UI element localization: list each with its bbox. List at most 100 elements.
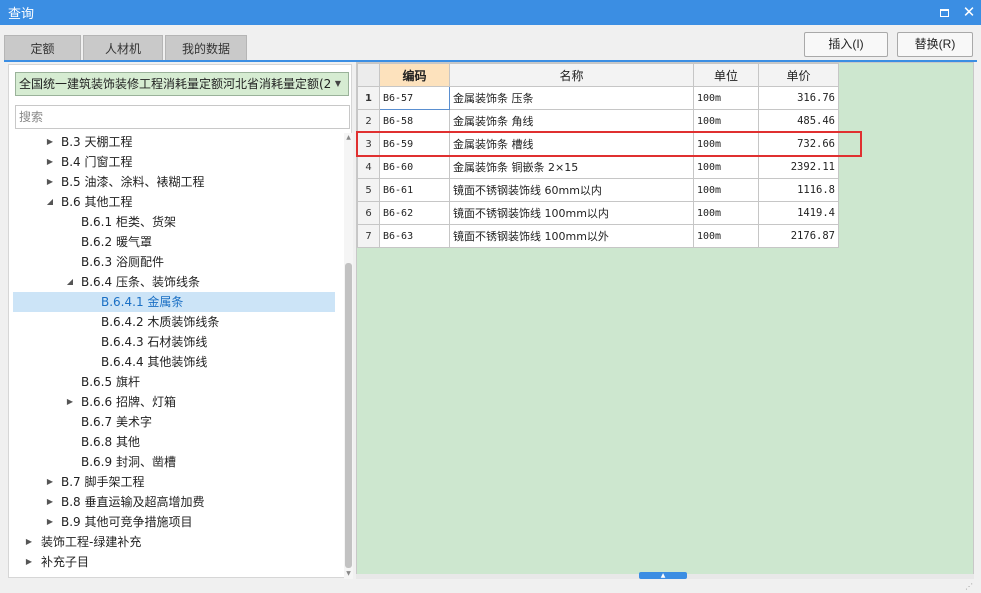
cell-code[interactable]: B6-60 xyxy=(379,155,450,179)
grid-horizontal-scrollbar[interactable]: ▲ xyxy=(356,572,974,579)
table-row[interactable]: 6 B6-62 镜面不锈钢装饰线 100mm以内 100m 1419.4 xyxy=(357,201,839,225)
tree-node[interactable]: ▶ B.4 门窗工程 xyxy=(13,152,335,172)
insert-button[interactable]: 插入(I) xyxy=(804,32,888,57)
expand-icon[interactable]: ▶ xyxy=(44,172,56,192)
tree-node[interactable]: B.6.8 其他 xyxy=(13,432,335,452)
cell-unit[interactable]: 100m xyxy=(693,132,759,156)
tree-node-label: B.6 其他工程 xyxy=(61,195,133,209)
cell-code[interactable]: B6-57 xyxy=(379,86,450,110)
resize-grip-icon[interactable]: ⋰ xyxy=(965,582,977,592)
cell-name[interactable]: 镜面不锈钢装饰线 60mm以内 xyxy=(449,178,694,202)
expand-icon[interactable]: ▶ xyxy=(64,392,76,412)
row-number[interactable]: 1 xyxy=(357,86,380,110)
table-row[interactable]: 4 B6-60 金属装饰条 铜嵌条 2×15 100m 2392.11 xyxy=(357,155,839,179)
tree-node[interactable]: ◢ B.6.4 压条、装饰线条 xyxy=(13,272,335,292)
column-header-code[interactable]: 编码 xyxy=(379,63,450,87)
tree-node[interactable]: B.6.4.2 木质装饰线条 xyxy=(13,312,335,332)
tree-node[interactable]: B.6.4.1 金属条 xyxy=(13,292,335,312)
expand-icon[interactable]: ▶ xyxy=(23,532,35,552)
cell-price[interactable]: 1419.4 xyxy=(758,201,839,225)
cell-name[interactable]: 镜面不锈钢装饰线 100mm以外 xyxy=(449,224,694,248)
tree-node-label: B.6.7 美术字 xyxy=(81,415,152,429)
column-header-unit[interactable]: 单位 xyxy=(693,63,759,87)
tree-node[interactable]: ▶ 装饰工程-绿建补充 xyxy=(13,532,335,552)
maximize-button[interactable] xyxy=(935,3,953,21)
table-row[interactable]: 5 B6-61 镜面不锈钢装饰线 60mm以内 100m 1116.8 xyxy=(357,178,839,202)
cell-unit[interactable]: 100m xyxy=(693,86,759,110)
cell-price[interactable]: 2176.87 xyxy=(758,224,839,248)
row-number[interactable]: 6 xyxy=(357,201,380,225)
cell-price[interactable]: 2392.11 xyxy=(758,155,839,179)
tree-node[interactable]: B.6.1 柜类、货架 xyxy=(13,212,335,232)
cell-price[interactable]: 1116.8 xyxy=(758,178,839,202)
cell-code[interactable]: B6-62 xyxy=(379,201,450,225)
tree-node[interactable]: ▶ B.6.6 招牌、灯箱 xyxy=(13,392,335,412)
tree-node[interactable]: ▶ B.7 脚手架工程 xyxy=(13,472,335,492)
cell-unit[interactable]: 100m xyxy=(693,201,759,225)
cell-name[interactable]: 金属装饰条 角线 xyxy=(449,109,694,133)
tab-quota[interactable]: 定额 xyxy=(4,35,81,61)
tree-node[interactable]: B.6.4.4 其他装饰线 xyxy=(13,352,335,372)
cell-name[interactable]: 金属装饰条 压条 xyxy=(449,86,694,110)
tab-labor-material-machine[interactable]: 人材机 xyxy=(83,35,163,61)
tree-node[interactable]: ▶ B.3 天棚工程 xyxy=(13,132,335,152)
column-header-price[interactable]: 单价 xyxy=(758,63,839,87)
cell-unit[interactable]: 100m xyxy=(693,109,759,133)
splitter-grip-icon[interactable]: ▲ xyxy=(639,572,687,579)
scroll-up-icon[interactable]: ▲ xyxy=(344,133,353,143)
tree-node[interactable]: B.6.4.3 石材装饰线 xyxy=(13,332,335,352)
cell-unit[interactable]: 100m xyxy=(693,178,759,202)
tree-node[interactable]: B.6.3 浴厕配件 xyxy=(13,252,335,272)
row-number[interactable]: 5 xyxy=(357,178,380,202)
cell-price[interactable]: 485.46 xyxy=(758,109,839,133)
table-row[interactable]: 2 B6-58 金属装饰条 角线 100m 485.46 xyxy=(357,109,839,133)
row-number[interactable]: 4 xyxy=(357,155,380,179)
close-button[interactable]: ✕ xyxy=(960,3,978,21)
collapse-icon[interactable]: ◢ xyxy=(64,272,76,292)
tree-node[interactable]: ▶ B.9 其他可竞争措施项目 xyxy=(13,512,335,532)
tree-node-label: B.6.5 旗杆 xyxy=(81,375,140,389)
expand-icon[interactable]: ▶ xyxy=(23,552,35,572)
tree-node[interactable]: B.6.7 美术字 xyxy=(13,412,335,432)
tree-node[interactable]: ◢ B.6 其他工程 xyxy=(13,192,335,212)
table-row[interactable]: 1 B6-57 金属装饰条 压条 100m 316.76 xyxy=(357,86,839,110)
cell-code[interactable]: B6-63 xyxy=(379,224,450,248)
table-row[interactable]: 7 B6-63 镜面不锈钢装饰线 100mm以外 100m 2176.87 xyxy=(357,224,839,248)
cell-unit[interactable]: 100m xyxy=(693,155,759,179)
expand-icon[interactable]: ▶ xyxy=(44,152,56,172)
scroll-down-icon[interactable]: ▼ xyxy=(344,569,353,579)
expand-icon[interactable]: ▶ xyxy=(44,512,56,532)
expand-icon[interactable]: ▶ xyxy=(44,472,56,492)
table-row[interactable]: 3 B6-59 金属装饰条 槽线 100m 732.66 xyxy=(357,132,839,156)
tree-node[interactable]: ▶ B.5 油漆、涂料、裱糊工程 xyxy=(13,172,335,192)
tree-scrollbar[interactable]: ▲ ▼ xyxy=(344,133,353,579)
cell-unit[interactable]: 100m xyxy=(693,224,759,248)
row-number[interactable]: 2 xyxy=(357,109,380,133)
cell-price[interactable]: 316.76 xyxy=(758,86,839,110)
cell-name[interactable]: 金属装饰条 铜嵌条 2×15 xyxy=(449,155,694,179)
tree-scroll-thumb[interactable] xyxy=(345,263,352,568)
tree-node[interactable]: ▶ 补充子目 xyxy=(13,552,335,572)
row-number[interactable]: 7 xyxy=(357,224,380,248)
cell-price[interactable]: 732.66 xyxy=(758,132,839,156)
row-number[interactable]: 3 xyxy=(357,132,380,156)
expand-icon[interactable]: ▶ xyxy=(44,492,56,512)
tab-my-data[interactable]: 我的数据 xyxy=(165,35,247,61)
quota-library-select[interactable]: 全国统一建筑装饰装修工程消耗量定额河北省消耗量定额(20 ▼ xyxy=(15,72,349,96)
column-header-name[interactable]: 名称 xyxy=(449,63,694,87)
replace-button[interactable]: 替换(R) xyxy=(897,32,973,57)
expand-icon[interactable]: ▶ xyxy=(44,132,56,152)
cell-code[interactable]: B6-59 xyxy=(379,132,450,156)
collapse-icon[interactable]: ◢ xyxy=(44,192,56,212)
cell-code[interactable]: B6-58 xyxy=(379,109,450,133)
title-bar: 查询 ✕ xyxy=(0,0,981,25)
cell-name[interactable]: 镜面不锈钢装饰线 100mm以内 xyxy=(449,201,694,225)
tree-node[interactable]: B.6.5 旗杆 xyxy=(13,372,335,392)
tree-node[interactable]: ▶ B.8 垂直运输及超高增加费 xyxy=(13,492,335,512)
tree-node[interactable]: B.6.2 暖气罩 xyxy=(13,232,335,252)
tree-node[interactable]: B.6.9 封洞、凿槽 xyxy=(13,452,335,472)
cell-code[interactable]: B6-61 xyxy=(379,178,450,202)
search-input[interactable] xyxy=(15,105,350,129)
cell-name[interactable]: 金属装饰条 槽线 xyxy=(449,132,694,156)
window-title: 查询 xyxy=(8,7,35,22)
